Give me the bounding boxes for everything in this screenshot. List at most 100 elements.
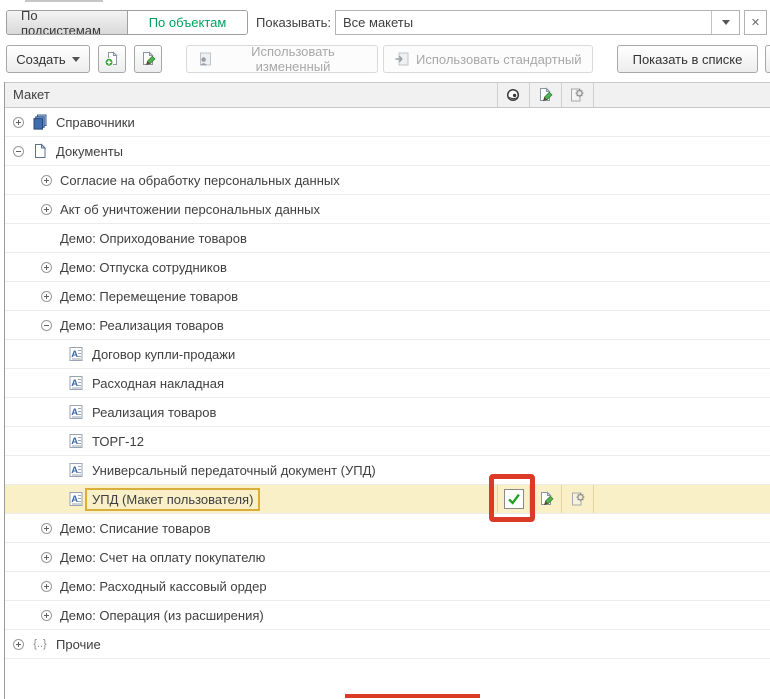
tree-row[interactable]: Демо: Отпуска сотрудников <box>5 253 770 282</box>
tab-by-subsystems[interactable]: По подсистемам <box>7 11 128 34</box>
column-header-layout: Макет <box>13 83 50 107</box>
document-pencil-icon <box>537 87 553 103</box>
tree-row-label: Согласие на обработку персональных данны… <box>60 173 340 188</box>
tree-row-label: Универсальный передаточный документ (УПД… <box>92 463 376 478</box>
tree-row[interactable]: Акт об уничтожении персональных данных <box>5 195 770 224</box>
clear-filter-button[interactable] <box>744 10 767 35</box>
document-pencil-icon <box>140 51 156 67</box>
tree-row[interactable]: Демо: Реализация товаров <box>5 311 770 340</box>
tree-row[interactable]: Согласие на обработку персональных данны… <box>5 166 770 195</box>
cropped-button-fragment <box>765 45 770 73</box>
expand-icon[interactable] <box>13 639 24 650</box>
layout-template-icon: A <box>68 433 84 449</box>
layout-template-icon: A <box>68 404 84 420</box>
tree-row-selected[interactable]: A УПД (Макет пользователя) <box>5 485 770 514</box>
collapse-icon[interactable] <box>41 320 52 331</box>
tree-row-label-focused: УПД (Макет пользователя) <box>85 488 260 511</box>
column-divider <box>593 485 594 513</box>
tree-row-label: Демо: Счет на оплату покупателю <box>60 550 265 565</box>
column-divider <box>561 485 562 513</box>
create-button-label: Создать <box>16 52 65 67</box>
tree-row-other[interactable]: Прочие <box>5 630 770 659</box>
tree-row-layout[interactable]: A Универсальный передаточный документ (У… <box>5 456 770 485</box>
use-standard-label: Использовать стандартный <box>416 52 582 67</box>
expand-icon[interactable] <box>13 117 24 128</box>
tree-row[interactable]: Демо: Списание товаров <box>5 514 770 543</box>
tree-row-layout[interactable]: A Реализация товаров <box>5 398 770 427</box>
column-divider <box>497 83 498 107</box>
show-in-list-button[interactable]: Показать в списке <box>617 45 758 73</box>
tree-row-label: ТОРГ-12 <box>92 434 144 449</box>
tab-by-objects[interactable]: По объектам <box>128 11 247 34</box>
edit-layout-button[interactable] <box>134 45 162 73</box>
svg-text:A: A <box>71 436 78 447</box>
show-in-list-label: Показать в списке <box>633 52 743 67</box>
tree-row-label: Документы <box>56 144 123 159</box>
catalogs-icon <box>32 114 48 130</box>
document-gear-icon[interactable] <box>570 491 586 507</box>
document-pencil-icon[interactable] <box>538 491 554 507</box>
expand-icon[interactable] <box>41 291 52 302</box>
expand-icon[interactable] <box>41 610 52 621</box>
layout-template-icon: A <box>68 491 84 507</box>
tree-row-label: Акт об уничтожении персональных данных <box>60 202 320 217</box>
layout-template-icon: A <box>68 346 84 362</box>
braces-icon <box>32 638 48 650</box>
chevron-down-icon <box>722 20 730 25</box>
tree-row-layout[interactable]: A Расходная накладная <box>5 369 770 398</box>
tree-row-catalogs[interactable]: Справочники <box>5 108 770 137</box>
use-modified-button[interactable]: Использовать измененный <box>186 45 378 73</box>
document-gear-icon <box>569 87 585 103</box>
show-filter-label: Показывать: <box>256 10 331 35</box>
column-divider <box>593 83 594 107</box>
tree-row-label: Демо: Оприходование товаров <box>60 231 247 246</box>
cropped-element-edge <box>25 0 103 2</box>
tree-row[interactable]: Демо: Перемещение товаров <box>5 282 770 311</box>
column-divider <box>561 83 562 107</box>
annotation-red-line <box>345 694 480 698</box>
tree-row-label: Демо: Отпуска сотрудников <box>60 260 227 275</box>
expand-icon[interactable] <box>41 581 52 592</box>
svg-text:A: A <box>71 465 78 476</box>
tree-row-label: Расходная накладная <box>92 376 224 391</box>
view-mode-switch: По подсистемам По объектам <box>6 10 248 35</box>
tree-row[interactable]: Демо: Счет на оплату покупателю <box>5 543 770 572</box>
expand-icon[interactable] <box>41 523 52 534</box>
eye-icon <box>505 87 521 103</box>
svg-text:A: A <box>71 494 78 505</box>
layout-filter-value[interactable]: Все макеты <box>336 11 711 34</box>
expander-spacer <box>41 233 52 244</box>
expand-icon[interactable] <box>41 262 52 273</box>
tree-row-label: Демо: Перемещение товаров <box>60 289 238 304</box>
column-divider <box>529 83 530 107</box>
tree-row-layout[interactable]: A ТОРГ-12 <box>5 427 770 456</box>
dropdown-button[interactable] <box>711 11 739 34</box>
layout-template-icon: A <box>68 462 84 478</box>
expand-icon[interactable] <box>41 552 52 563</box>
tree-row-documents[interactable]: Документы <box>5 137 770 166</box>
tree-row-label: Демо: Реализация товаров <box>60 318 224 333</box>
use-modified-label: Использовать измененный <box>219 44 367 74</box>
tree-row[interactable]: Демо: Оприходование товаров <box>5 224 770 253</box>
tree-row-label: Демо: Расходный кассовый ордер <box>60 579 267 594</box>
new-layout-button[interactable] <box>98 45 126 73</box>
table-header: Макет <box>5 82 770 108</box>
create-button[interactable]: Создать <box>6 45 90 73</box>
svg-text:A: A <box>71 349 78 360</box>
collapse-icon[interactable] <box>13 146 24 157</box>
tree-row[interactable]: Демо: Операция (из расширения) <box>5 601 770 630</box>
tree-row[interactable]: Демо: Расходный кассовый ордер <box>5 572 770 601</box>
expand-icon[interactable] <box>41 175 52 186</box>
layout-filter-combobox[interactable]: Все макеты <box>335 10 740 35</box>
tree-row-label: Демо: Операция (из расширения) <box>60 608 264 623</box>
tree-row-label: Демо: Списание товаров <box>60 521 211 536</box>
expand-icon[interactable] <box>41 204 52 215</box>
document-plus-icon <box>104 51 120 67</box>
tree-row-label: Прочие <box>56 637 101 652</box>
tree-row-layout[interactable]: A Договор купли-продажи <box>5 340 770 369</box>
tree-row-label: Реализация товаров <box>92 405 216 420</box>
svg-text:A: A <box>71 407 78 418</box>
use-standard-button[interactable]: Использовать стандартный <box>383 45 593 73</box>
svg-text:A: A <box>71 378 78 389</box>
documents-icon <box>32 143 48 159</box>
